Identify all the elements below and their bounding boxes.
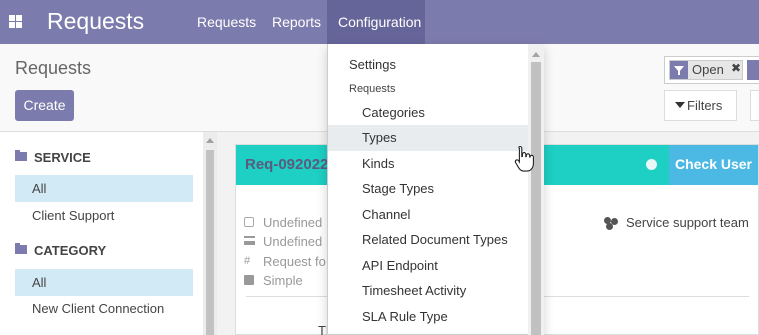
folder-icon [15,150,27,161]
top-navbar: Requests Requests Reports Configuration [0,0,759,44]
team-label: Service support team [604,215,749,230]
field-row: Undefined [244,234,322,249]
folder-icon [15,243,27,254]
menu-item-stage-types[interactable]: Stage Types [328,176,528,202]
search-panel-scrollbar[interactable] [203,132,217,335]
check-user-button[interactable]: Check User [669,145,758,185]
filter-icon [675,102,685,108]
search-bar[interactable]: Open ✖ [664,56,759,84]
checkbox-icon [244,217,254,227]
section-header-category: CATEGORY [15,243,106,258]
apps-menu-icon[interactable] [9,15,22,28]
filters-button[interactable]: Filters [664,90,737,121]
field-row: Simple [244,273,303,288]
category-item-new-client-connection[interactable]: New Client Connection [15,295,193,322]
menu-item-settings[interactable]: Settings [328,52,528,78]
facet-label: Open [692,62,724,77]
square-icon [244,275,254,285]
users-icon [604,217,619,228]
menu-configuration[interactable]: Configuration [327,0,425,44]
category-item-all[interactable]: All [15,269,193,296]
menu-item-categories[interactable]: Categories [328,100,528,126]
menu-item-channel[interactable]: Channel [328,202,528,228]
menu-reports[interactable]: Reports [262,0,327,44]
section-header-service: SERVICE [15,150,91,165]
list-icon [244,236,255,245]
scroll-up-arrow-icon[interactable] [532,52,540,57]
menu-item-api-endpoint[interactable]: API Endpoint [328,253,528,279]
status-dot-icon [646,159,657,170]
menu-item-timesheet-activity[interactable]: Timesheet Activity [328,278,528,304]
menu-item-sla-rule-type[interactable]: SLA Rule Type [328,304,528,330]
service-item-client-support[interactable]: Client Support [15,202,193,229]
request-reference: Req-092022 [245,156,329,173]
service-item-all[interactable]: All [15,175,193,202]
remove-facet-icon[interactable]: ✖ [731,61,741,75]
create-button[interactable]: Create [15,90,74,121]
scroll-up-arrow-icon[interactable] [206,138,214,143]
menu-item-related-document-types[interactable]: Related Document Types [328,227,528,253]
configuration-dropdown: Settings Requests Categories Types Kinds… [327,44,544,335]
menu-requests[interactable]: Requests [187,0,262,44]
filter-icon [747,60,759,80]
scrollbar-thumb[interactable] [206,150,214,335]
dropdown-scrollbar[interactable] [528,44,544,335]
scrollbar-thumb[interactable] [531,62,541,335]
groupby-button[interactable] [750,90,759,121]
filter-icon [670,61,688,79]
breadcrumb: Requests [15,58,92,78]
filter-facet: Open ✖ [669,60,743,80]
filters-label: Filters [687,98,723,113]
menu-item-kinds[interactable]: Kinds [328,151,528,177]
app-title: Requests [47,8,145,34]
dropdown-section-header: Requests [349,83,396,95]
field-row: Undefined [244,215,322,230]
hash-icon: # [244,255,251,267]
hand-cursor-icon [514,145,534,172]
search-panel: SERVICE All Client Support CATEGORY All … [0,132,203,335]
field-row: # Request fo [244,254,326,269]
menu-item-types[interactable]: Types [328,125,528,151]
